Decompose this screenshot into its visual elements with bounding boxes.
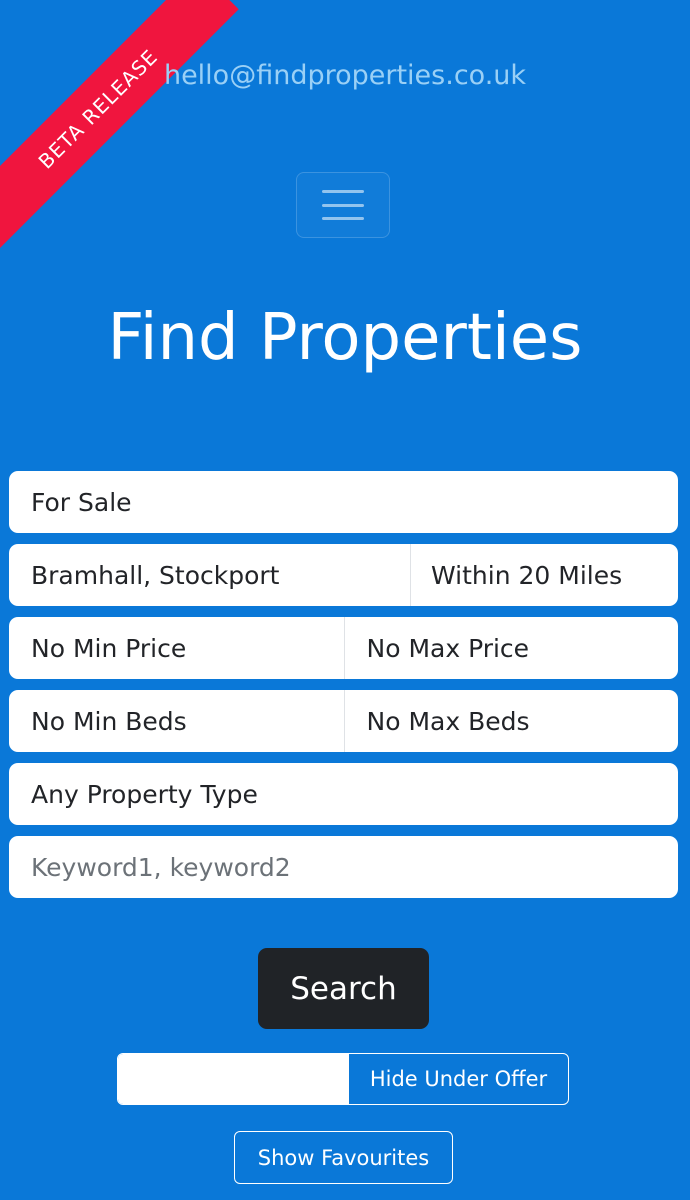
beta-release-ribbon[interactable]: BETA RELEASE xyxy=(0,0,239,250)
property-type-row: Any Property Type xyxy=(9,763,678,825)
min-price-select[interactable]: No Min Price xyxy=(9,617,344,679)
hide-under-offer-toggle: Hide Under Offer xyxy=(117,1053,569,1105)
max-beds-select[interactable]: No Max Beds xyxy=(343,690,679,752)
property-type-select[interactable]: Any Property Type xyxy=(9,763,678,825)
show-favourites-button[interactable]: Show Favourites xyxy=(234,1131,453,1184)
min-beds-select[interactable]: No Min Beds xyxy=(9,690,344,752)
location-select[interactable]: Bramhall, Stockport xyxy=(9,544,410,606)
hamburger-icon xyxy=(322,190,364,220)
menu-toggle-button[interactable] xyxy=(296,172,390,238)
radius-select[interactable]: Within 20 Miles xyxy=(410,544,678,606)
search-button[interactable]: Search xyxy=(258,948,429,1029)
listing-type-select[interactable]: For Sale xyxy=(9,471,678,533)
listing-type-row: For Sale xyxy=(9,471,678,533)
keywords-row xyxy=(9,836,678,898)
search-form: For Sale Bramhall, Stockport Within 20 M… xyxy=(9,471,678,909)
keywords-input[interactable] xyxy=(9,836,678,898)
page-title: Find Properties xyxy=(107,301,583,375)
hide-under-offer-label[interactable]: Hide Under Offer xyxy=(349,1054,568,1104)
location-row: Bramhall, Stockport Within 20 Miles xyxy=(9,544,678,606)
hide-under-offer-switch[interactable] xyxy=(118,1054,349,1104)
contact-email-link[interactable]: hello@findproperties.co.uk xyxy=(0,60,690,91)
max-price-select[interactable]: No Max Price xyxy=(343,617,679,679)
beta-ribbon-container: BETA RELEASE xyxy=(0,0,260,260)
price-row: No Min Price No Max Price xyxy=(9,617,678,679)
beds-row: No Min Beds No Max Beds xyxy=(9,690,678,752)
